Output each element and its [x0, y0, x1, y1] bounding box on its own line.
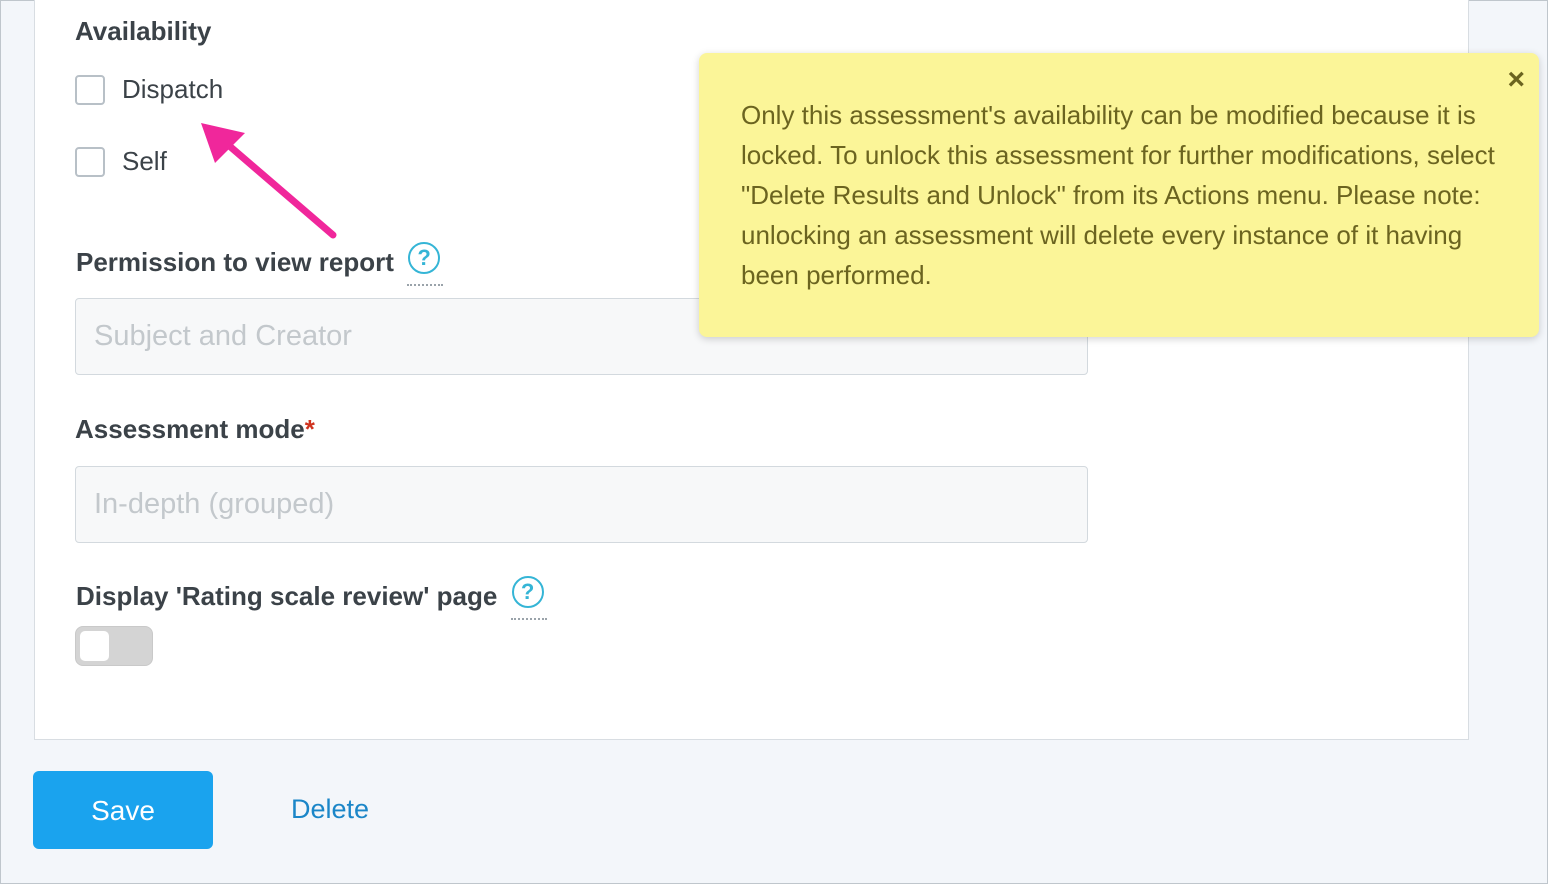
tooltip-message: Only this assessment's availability can … [741, 100, 1495, 290]
delete-link[interactable]: Delete [291, 794, 369, 825]
assessment-mode-label: Assessment mode [75, 414, 305, 444]
toggle-knob [80, 631, 109, 661]
save-button[interactable]: Save [33, 771, 213, 849]
rating-scale-heading: Display 'Rating scale review' page ? [76, 576, 547, 620]
rating-scale-label: Display 'Rating scale review' page [76, 580, 498, 611]
permission-help-icon[interactable]: ? [407, 242, 444, 286]
required-marker: * [304, 414, 315, 444]
assessment-mode-field[interactable]: In-depth (grouped) [75, 466, 1088, 543]
self-label: Self [122, 146, 167, 176]
self-option[interactable]: Self [75, 146, 167, 177]
permission-label: Permission to view report [76, 246, 394, 277]
dispatch-option[interactable]: Dispatch [75, 74, 223, 105]
page-frame: Availability Dispatch Self Permission to… [0, 0, 1548, 884]
availability-label: Availability [75, 16, 212, 46]
rating-scale-help-icon[interactable]: ? [510, 576, 547, 620]
close-icon[interactable]: × [1507, 63, 1525, 97]
dispatch-label: Dispatch [122, 74, 224, 104]
self-checkbox[interactable] [75, 146, 105, 177]
rating-scale-toggle[interactable] [75, 626, 153, 666]
dispatch-checkbox[interactable] [75, 74, 105, 105]
locked-notice-tooltip: Only this assessment's availability can … [699, 53, 1539, 337]
assessment-mode-heading: Assessment mode* [75, 414, 315, 445]
annotation-arrow-icon [201, 123, 337, 239]
